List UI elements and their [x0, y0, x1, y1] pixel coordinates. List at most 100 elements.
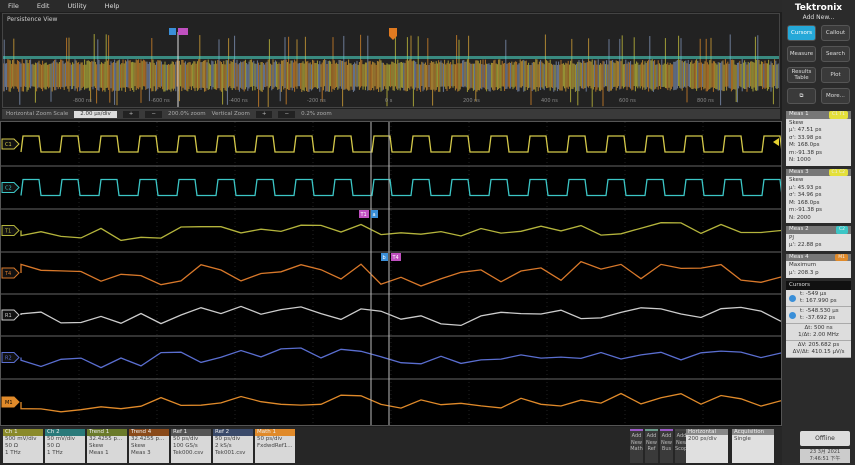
menu-file[interactable]: File [8, 2, 19, 10]
channel-setting: 500 mV/div [5, 436, 41, 443]
horizontal-badge[interactable]: Horizontal 200 ps/div [686, 429, 728, 463]
overview-time-label: 400 ns [541, 98, 558, 104]
h-zoom-label: Horizontal Zoom Scale [6, 111, 68, 117]
add-new-button[interactable]: Add New Bus [660, 429, 673, 463]
search-button[interactable]: Search [821, 46, 850, 62]
waveform-view[interactable]: C1 C2 T1 T4 R1 R2 M1 T1 a b T4 [0, 121, 782, 426]
channel-title: Ch 1 [3, 429, 43, 436]
meas-value: μ': 22.88 ps [789, 242, 848, 250]
channel-setting: Meas 3 [131, 450, 167, 457]
add-new-label: Add New... [782, 14, 855, 21]
cursor-b-time: t: -548.530 μs [800, 308, 839, 315]
add-new-button[interactable]: Add New Ref [645, 429, 658, 463]
measure-button[interactable]: Measure [787, 46, 816, 62]
cursors-button[interactable]: Cursors [787, 25, 816, 41]
v-zoom-minus-button[interactable]: − [278, 111, 295, 118]
waveform-c1 [21, 136, 781, 152]
channel-badge-ref-1[interactable]: Ref 1 50 ps/div 100 GS/s Tek000.csv [171, 429, 211, 463]
channel-setting: Tek000.csv [173, 450, 209, 457]
channel-badge-math-1[interactable]: Math 1 50 ps/div FxdwdRef1... [255, 429, 295, 463]
channel-handle-label: R1 [5, 313, 12, 319]
menu-help[interactable]: Help [105, 2, 120, 10]
meas-value: Maximum [789, 262, 848, 270]
channel-badge-trend-1[interactable]: Trend 1 32.4255 p... Skew Meas 1 [87, 429, 127, 463]
channel-badge-ch-1[interactable]: Ch 1 500 mV/div 50 Ω1 THz [3, 429, 43, 463]
offline-button[interactable]: Offline [800, 431, 850, 446]
channel-setting: Skew [131, 443, 167, 450]
cursor-a-marker[interactable] [169, 28, 176, 35]
channel-handle-label: M1 [5, 400, 13, 406]
meas-value: μ': 208.3 p [789, 270, 848, 278]
overview-time-label: 200 ns [463, 98, 480, 104]
cursors-badge[interactable]: Cursors t: -549 μs t: 167.990 ps t: -548.… [786, 281, 851, 358]
v-zoom-plus-button[interactable]: + [256, 111, 273, 118]
channel-setting: Tek001.csv [215, 450, 251, 457]
results-table-button[interactable]: Results Table [787, 67, 816, 83]
channel-setting: 32.4255 p... [89, 436, 125, 443]
meas-value: N: 2000 [789, 215, 848, 223]
cursor-b-value: t: -37.692 ps [800, 315, 839, 322]
channel-title: Ref 2 [213, 429, 253, 436]
right-panel: Tektronix Add New... Cursors Callout Mea… [782, 0, 855, 465]
add-new-button[interactable]: Add New Math [630, 429, 643, 463]
channel-setting: Meas 1 [89, 450, 125, 457]
meas-value: μ': 47.51 ps [789, 127, 848, 135]
channel-setting: 50 ps/div [173, 436, 209, 443]
cursor-b-icon [789, 312, 796, 319]
meas-badge[interactable]: Meas 2 C2 PJ μ': 22.88 ps [786, 226, 851, 251]
meas-title: Meas 3 [789, 169, 809, 177]
channel-setting: 1 THz [5, 450, 41, 457]
channel-badge-ref-2[interactable]: Ref 2 50 ps/div 2 kS/s Tek001.csv [213, 429, 253, 463]
meas-badge[interactable]: Meas 1 C1 T1 Skew μ': 47.51 ps σ': 33.98 ps M… [786, 111, 851, 166]
h-zoom-scale-input[interactable]: 2.00 μs/div [74, 111, 117, 118]
layout-icon[interactable]: ⧉ [787, 88, 816, 104]
plot-button[interactable]: Plot [821, 67, 850, 83]
delta-t: Δt: 500 ns [804, 325, 832, 332]
tektronix-logo: Tektronix [782, 3, 855, 13]
channel-handle-label: C2 [5, 186, 12, 192]
menu-edit[interactable]: Edit [37, 2, 50, 10]
channel-setting: 50 Ω [5, 443, 41, 450]
more-button[interactable]: More... [821, 88, 850, 104]
overview-title: Persistence View [7, 16, 57, 23]
meas-value: m:-91.38 ps [789, 207, 848, 215]
overview-waveform[interactable]: -800 ns -600 ns -400 ns -200 ns 0 s 200 ns 400… [2, 13, 780, 108]
meas-value: σ': 34.96 ps [789, 192, 848, 200]
acquisition-value: Single [732, 435, 774, 443]
inverse-delta-t: 1/Δt: 2.00 MHz [798, 332, 839, 339]
h-zoom-minus-button[interactable]: − [145, 111, 162, 118]
channel-badge-trend-4[interactable]: Trend 4 32.4255 p... Skew Meas 3 [129, 429, 169, 463]
channel-title: Trend 4 [129, 429, 169, 436]
cursor-t4-marker[interactable] [178, 28, 188, 35]
meas-source-tag: C2 [836, 226, 848, 234]
overview-time-label: -200 ns [307, 98, 326, 104]
meas-value: σ': 33.98 ps [789, 135, 848, 143]
horizontal-value: 200 ps/div [686, 435, 728, 443]
menu-utility[interactable]: Utility [67, 2, 86, 10]
callout-button[interactable]: Callout [821, 25, 850, 41]
trigger-level-icon[interactable] [773, 138, 779, 146]
overview-time-label: -400 ns [229, 98, 248, 104]
h-zoom-plus-button[interactable]: + [123, 111, 140, 118]
channel-setting: 50 ps/div [257, 436, 293, 443]
meas-value: M: 168.0ps [789, 200, 848, 208]
cursor-a-time: t: -549 μs [800, 291, 837, 298]
cursor-a-value: t: 167.990 ps [800, 298, 837, 305]
meas-badge[interactable]: Meas 4 M1 Maximum μ': 208.3 p [786, 254, 851, 279]
v-zoom-percent: 0.2% zoom [301, 111, 332, 117]
channel-badge-ch-2[interactable]: Ch 2 50 mV/div 50 Ω1 THz [45, 429, 85, 463]
acquisition-badge[interactable]: Acquisition Single [732, 429, 774, 463]
waveform-plot: C1 C2 T1 T4 R1 R2 M1 T1 a b T4 [1, 122, 781, 425]
channel-handle-label: T1 [4, 229, 11, 235]
meas-value: Skew [789, 177, 848, 185]
channel-title: Math 1 [255, 429, 295, 436]
meas-badge[interactable]: Meas 3 C1 C2 Skew μ': 45.93 ps σ': 34.96 ps M… [786, 169, 851, 224]
meas-value: PJ [789, 235, 848, 243]
meas-title: Meas 2 [789, 226, 809, 234]
overview-band-top [3, 56, 779, 59]
waveform-t1 [21, 223, 781, 241]
meas-title: Meas 1 [789, 111, 809, 119]
waveform-m1 [21, 394, 781, 412]
meas-title: Meas 4 [789, 254, 809, 262]
channel-setting: 50 mV/div [47, 436, 83, 443]
